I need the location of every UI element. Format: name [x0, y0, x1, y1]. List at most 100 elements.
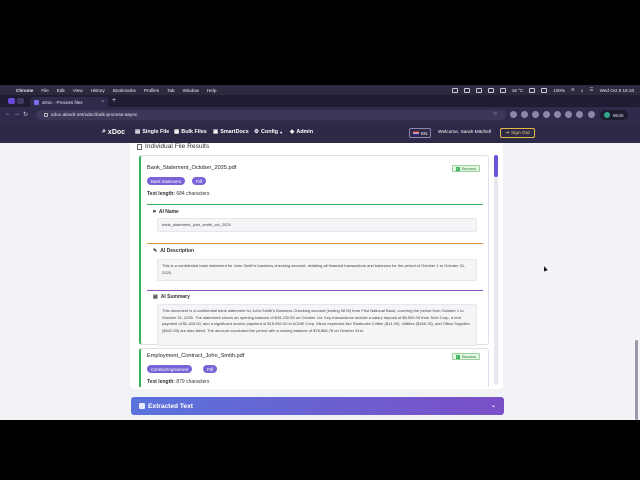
site-info-icon[interactable]: [44, 113, 48, 117]
wifi-icon[interactable]: ≋: [571, 87, 575, 93]
menu-bookmarks[interactable]: Bookmarks: [113, 88, 136, 93]
extension-icon[interactable]: [543, 111, 550, 118]
status-app-icon[interactable]: [463, 87, 470, 93]
menu-file[interactable]: File: [41, 88, 48, 93]
shield-icon: ◈: [290, 129, 295, 135]
browser-toolbar: ← → ↻ xdoc.alexdr.net/xdoc/bulk-process-…: [0, 107, 640, 123]
extension-icon[interactable]: [565, 111, 572, 118]
filetype-tag: Pdf: [192, 177, 207, 185]
section-divider: [147, 204, 483, 205]
app-logo[interactable]: ⌕ xDoc: [102, 128, 125, 136]
status-app-icon[interactable]: [487, 87, 494, 93]
menu-history[interactable]: History: [91, 88, 105, 93]
close-tab-icon[interactable]: ×: [101, 99, 104, 105]
category-tag: Bank Statement: [147, 177, 185, 185]
page-scrollbar[interactable]: [635, 340, 638, 420]
nav-label: SmartDocs: [220, 129, 249, 135]
ai-description-value: This is a confidential bank statement fo…: [157, 259, 477, 281]
profile-button[interactable]: Work: [600, 110, 628, 120]
menu-edit[interactable]: Edit: [57, 88, 65, 93]
file-result-card: Bank_Statement_October_2025.pdf ✓ Succes…: [139, 155, 489, 346]
ai-description-heading: ✎ AI Description: [153, 248, 194, 254]
file-result-card: Employment_Contract_John_Smith.pdf ✓ Suc…: [139, 348, 489, 387]
tab-search-button[interactable]: [8, 98, 15, 104]
nav-label: Config: [261, 129, 279, 135]
us-flag-icon: [413, 131, 419, 135]
browser-tab[interactable]: xDoc - Process files ×: [30, 97, 108, 107]
status-app-icon[interactable]: [541, 87, 548, 93]
status-label: Success: [461, 354, 476, 359]
status-badge: ✓ Success: [451, 353, 480, 360]
language-select[interactable]: EN: [409, 128, 432, 138]
new-tab-button[interactable]: +: [112, 97, 116, 104]
menu-help[interactable]: Help: [207, 88, 216, 93]
forward-icon[interactable]: →: [14, 111, 20, 117]
extension-icon[interactable]: [521, 111, 528, 118]
nav-config[interactable]: ⚙ Config ▾: [254, 129, 282, 135]
bookmark-star-icon[interactable]: ☆: [493, 111, 497, 117]
extension-icon[interactable]: [510, 111, 517, 118]
file-icon: ▤: [135, 129, 141, 135]
sign-out-icon: ⇥: [505, 130, 510, 136]
search-icon[interactable]: ⌕: [581, 88, 584, 93]
control-center-icon[interactable]: ☰: [589, 87, 593, 93]
status-badge: ✓ Success: [451, 165, 480, 172]
ai-description-section: ✎ AI Description This is a confidential …: [147, 243, 483, 289]
results-scroll-area[interactable]: Bank_Statement_October_2025.pdf ✓ Succes…: [139, 155, 491, 387]
reload-icon[interactable]: ↻: [23, 111, 28, 118]
gear-icon: ⚙: [254, 129, 260, 135]
files-icon: ▦: [174, 129, 180, 135]
status-app-icon[interactable]: [529, 87, 536, 93]
text-length-label: Text length:: [147, 191, 175, 197]
nav-smartdocs[interactable]: ▣ SmartDocs: [213, 129, 249, 135]
url-text: xdoc.alexdr.net/xdoc/bulk-process-async: [51, 112, 138, 118]
status-app-icon[interactable]: [499, 87, 506, 93]
macos-menu-bar: Chrome File Edit View History Bookmarks …: [0, 85, 640, 95]
menu-chrome[interactable]: Chrome: [16, 88, 33, 93]
extracted-text-label: Extracted Text: [148, 402, 193, 410]
address-bar[interactable]: xdoc.alexdr.net/xdoc/bulk-process-async: [36, 110, 506, 120]
extension-icon[interactable]: [532, 111, 539, 118]
screen: Chrome File Edit View History Bookmarks …: [0, 0, 640, 480]
avatar: [604, 112, 610, 118]
status-app-icon[interactable]: [451, 87, 458, 93]
extension-icon[interactable]: [588, 111, 595, 118]
nav-single-file[interactable]: ▤ Single File: [135, 129, 169, 135]
nav-label: Admin: [296, 129, 314, 135]
tab-groups-button[interactable]: [17, 98, 24, 104]
menu-view[interactable]: View: [73, 88, 83, 93]
chevron-down-icon: ▾: [280, 129, 283, 135]
results-heading: Individual File Results: [137, 143, 209, 150]
browser-tab-strip: xDoc - Process files × +: [0, 95, 640, 107]
docs-icon: ▣: [213, 129, 219, 135]
menu-tab[interactable]: Tab: [167, 88, 174, 93]
extracted-text-toggle[interactable]: Extracted Text ⌄: [131, 397, 504, 415]
tab-title: xDoc - Process files: [42, 99, 83, 105]
status-app-icon[interactable]: [475, 87, 482, 93]
extension-icon[interactable]: [554, 111, 561, 118]
status-label: Success: [461, 166, 476, 171]
sign-out-button[interactable]: ⇥ Sign Out: [500, 128, 535, 138]
ai-name-heading: ⌗ AI Name: [153, 209, 179, 215]
section-label: AI Summary: [160, 294, 190, 300]
nav-bulk-files[interactable]: ▦ Bulk Files: [174, 129, 207, 135]
extensions-puzzle-icon[interactable]: [576, 111, 583, 118]
menu-clock[interactable]: Wed Oct 8 19:10: [600, 88, 634, 93]
ai-name-value: bank_statement_john_smith_oct_2025: [157, 218, 477, 232]
logo-search-icon: ⌕: [102, 128, 106, 135]
text-length: Text length: 684 characters: [147, 191, 209, 197]
section-label: AI Description: [160, 248, 195, 254]
nav-admin[interactable]: ◈ Admin: [290, 129, 313, 135]
text-length-label: Text length:: [147, 379, 175, 385]
nav-label: Single File: [142, 129, 170, 135]
text-icon: [139, 403, 145, 409]
section-divider: [147, 243, 483, 244]
description-icon: ✎: [153, 248, 158, 254]
weather-temperature[interactable]: 18 °C: [512, 88, 524, 93]
results-scrollbar-thumb[interactable]: [494, 155, 498, 177]
menu-window[interactable]: Window: [183, 88, 199, 93]
battery-level[interactable]: 100%: [553, 88, 565, 93]
back-icon[interactable]: ←: [5, 111, 11, 117]
results-scrollbar-track[interactable]: [494, 155, 498, 385]
menu-profiles[interactable]: Profiles: [144, 88, 159, 93]
